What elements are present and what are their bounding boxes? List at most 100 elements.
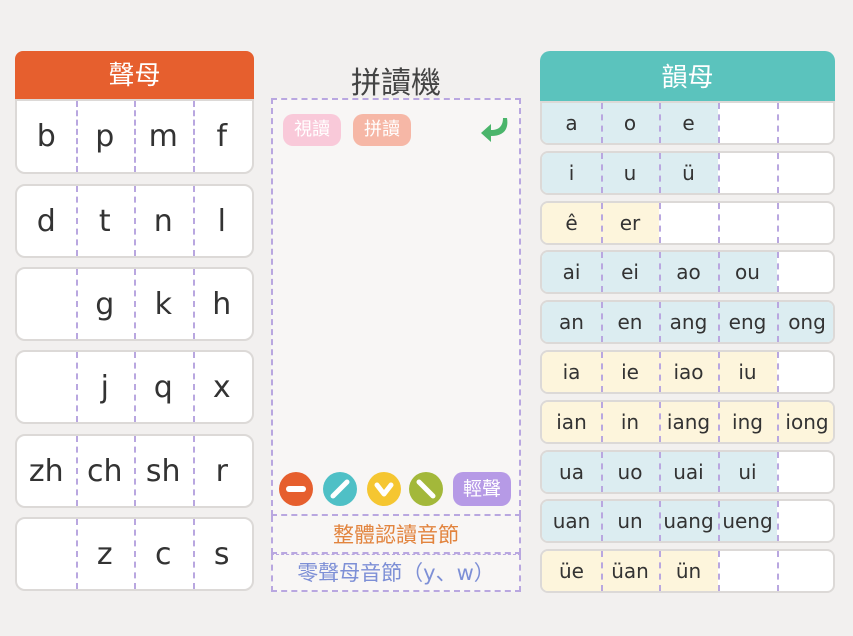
cell-divider xyxy=(777,202,779,243)
initial-r[interactable]: r xyxy=(193,436,252,506)
initial-x[interactable]: x xyxy=(193,352,252,422)
final-ui[interactable]: ui xyxy=(718,451,777,492)
cell-divider xyxy=(718,551,720,592)
final-ang[interactable]: ang xyxy=(659,302,718,343)
final-en[interactable]: en xyxy=(601,302,659,343)
initial-l[interactable]: l xyxy=(193,186,252,256)
final-uo[interactable]: uo xyxy=(601,451,659,492)
final-eng[interactable]: eng xyxy=(718,302,777,343)
final-e[interactable]: e xyxy=(659,103,718,143)
final-uang[interactable]: uang xyxy=(659,501,718,542)
initials-row: bpmf xyxy=(15,99,254,174)
cell-divider xyxy=(75,186,78,256)
cell-divider xyxy=(659,202,661,243)
initial-g[interactable]: g xyxy=(76,269,135,339)
finals-header: 韻母 xyxy=(540,51,835,101)
initial-j[interactable]: j xyxy=(76,352,135,422)
cell-divider xyxy=(659,302,661,343)
initial-ch[interactable]: ch xyxy=(76,436,135,506)
initial-z[interactable]: z xyxy=(76,519,135,589)
final-ün[interactable]: ün xyxy=(659,551,718,592)
tone4-button[interactable] xyxy=(409,472,443,506)
initial-sh[interactable]: sh xyxy=(134,436,193,506)
cell-divider xyxy=(659,451,661,492)
final-ao[interactable]: ao xyxy=(659,252,718,293)
cell-divider xyxy=(718,152,720,193)
initial-c[interactable]: c xyxy=(134,519,193,589)
final-ou[interactable]: ou xyxy=(718,252,777,293)
spelling-machine: 視讀 拼讀 輕聲 xyxy=(271,98,521,516)
initial-zh[interactable]: zh xyxy=(17,436,76,506)
final-empty xyxy=(777,551,833,591)
final-ua[interactable]: ua xyxy=(542,451,601,492)
final-ia[interactable]: ia xyxy=(542,352,601,392)
initial-f[interactable]: f xyxy=(193,101,252,172)
final-a[interactable]: a xyxy=(542,103,601,143)
cell-divider xyxy=(659,152,661,193)
undo-icon[interactable] xyxy=(479,112,515,146)
initial-d[interactable]: d xyxy=(17,186,76,256)
final-ong[interactable]: ong xyxy=(777,302,833,343)
cell-divider xyxy=(718,501,720,542)
final-empty xyxy=(777,501,833,541)
initial-m[interactable]: m xyxy=(134,101,193,172)
zero-initial-button[interactable]: 零聲母音節（y、w） xyxy=(271,554,521,592)
cell-divider xyxy=(718,252,720,293)
tone3-button[interactable] xyxy=(367,472,401,506)
view-read-button[interactable]: 視讀 xyxy=(283,114,341,146)
final-ei[interactable]: ei xyxy=(601,252,659,293)
cell-divider xyxy=(601,302,603,343)
initial-s[interactable]: s xyxy=(193,519,252,589)
tone2-button[interactable] xyxy=(323,472,357,506)
final-an[interactable]: an xyxy=(542,302,601,343)
final-empty xyxy=(777,203,833,243)
spell-read-button[interactable]: 拼讀 xyxy=(353,114,411,146)
initial-q[interactable]: q xyxy=(134,352,193,422)
final-ie[interactable]: ie xyxy=(601,352,659,392)
final-empty xyxy=(777,153,833,193)
final-uai[interactable]: uai xyxy=(659,451,718,492)
final-ing[interactable]: ing xyxy=(718,401,777,442)
final-üan[interactable]: üan xyxy=(601,551,659,592)
initial-empty xyxy=(17,352,76,422)
initials-row: gkh xyxy=(15,267,254,341)
finals-row: ê er xyxy=(540,200,835,245)
final-ueng[interactable]: ueng xyxy=(718,501,777,542)
neutral-tone-button[interactable]: 輕聲 xyxy=(453,472,511,506)
initial-empty xyxy=(17,519,76,589)
tone1-icon xyxy=(286,486,306,492)
cell-divider xyxy=(718,202,720,243)
initial-empty xyxy=(17,269,76,339)
final-u[interactable]: u xyxy=(601,152,659,193)
initial-n[interactable]: n xyxy=(134,186,193,256)
machine-title: 拼讀機 xyxy=(351,66,441,101)
initial-h[interactable]: h xyxy=(193,269,252,339)
final-er[interactable]: er xyxy=(601,202,659,243)
final-ü[interactable]: ü xyxy=(659,152,718,193)
cell-divider xyxy=(777,501,779,542)
final-üe[interactable]: üe xyxy=(542,551,601,592)
final-in[interactable]: in xyxy=(601,401,659,442)
final-ian[interactable]: ian xyxy=(542,401,601,442)
whole-syllables-button[interactable]: 整體認讀音節 xyxy=(271,516,521,554)
cell-divider xyxy=(601,401,603,442)
initial-p[interactable]: p xyxy=(76,101,135,172)
final-o[interactable]: o xyxy=(601,103,659,143)
final-i[interactable]: i xyxy=(542,152,601,193)
final-iu[interactable]: iu xyxy=(718,352,777,392)
final-iong[interactable]: iong xyxy=(777,401,833,442)
final-iao[interactable]: iao xyxy=(659,352,718,392)
cell-divider xyxy=(601,103,603,143)
final-ai[interactable]: ai xyxy=(542,252,601,293)
tone1-button[interactable] xyxy=(279,472,313,506)
initial-k[interactable]: k xyxy=(134,269,193,339)
initial-t[interactable]: t xyxy=(76,186,135,256)
cell-divider xyxy=(659,401,661,442)
cell-divider xyxy=(718,451,720,492)
final-uan[interactable]: uan xyxy=(542,501,601,542)
final-un[interactable]: un xyxy=(601,501,659,542)
final-iang[interactable]: iang xyxy=(659,401,718,442)
cell-divider xyxy=(777,252,779,293)
final-ê[interactable]: ê xyxy=(542,202,601,243)
initial-b[interactable]: b xyxy=(17,101,76,172)
